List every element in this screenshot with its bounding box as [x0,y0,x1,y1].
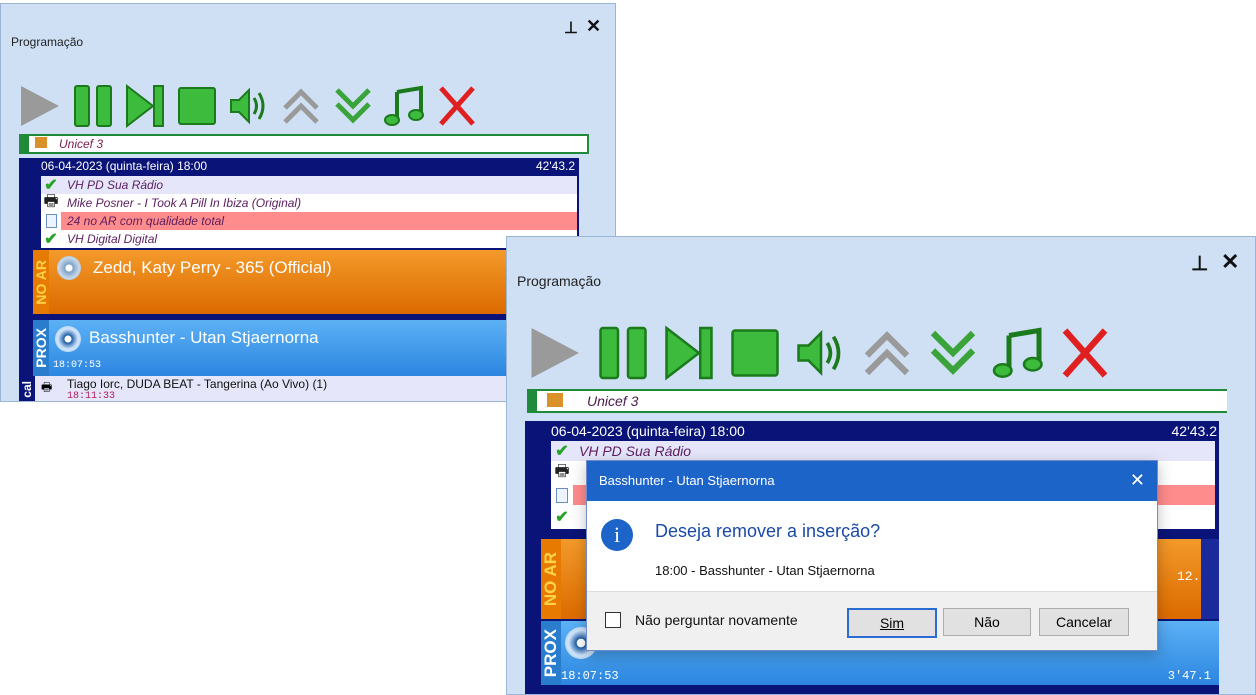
panel-title: Programação [517,273,602,289]
move-up-icon[interactable] [859,323,915,383]
toolbar [15,82,479,130]
block-duration: 42'43.2 [1171,423,1218,439]
block: 06-04-2023 (quinta-feira) 18:00 42'43.2 … [19,158,579,401]
document-icon [41,212,61,230]
next-time: 18:07:53 [53,360,102,371]
document-icon [551,485,573,505]
delete-icon[interactable] [435,82,479,130]
move-up-icon[interactable] [279,82,323,130]
list-item[interactable]: ✔ VH PD Sua Rádio [41,176,577,194]
dont-ask-checkbox[interactable] [605,612,621,628]
prev-item-label: Unicef 3 [587,393,639,409]
next-tag: PROX [541,621,561,685]
pause-icon[interactable] [595,323,651,383]
disc-icon [57,256,81,280]
next-title: Basshunter - Utan Stjaernorna [89,328,319,347]
stop-icon[interactable] [727,323,783,383]
dialog-footer: Não perguntar novamente Sim Não Cancelar [587,591,1157,650]
close-icon[interactable]: ✕ [586,16,601,37]
panel-title: Programação [11,35,84,49]
on-air-title: Zedd, Katy Perry - 365 (Official) [93,258,332,277]
local-tag: cal [19,376,35,401]
check-icon: ✔ [555,509,569,526]
play-icon[interactable] [15,82,63,130]
list-item[interactable]: 24 no AR com qualidade total [41,212,577,230]
on-air-tag: NO AR [541,539,561,619]
dialog-close-icon[interactable]: ✕ [1130,470,1145,491]
prev-item[interactable]: Unicef 3 [19,134,589,154]
music-icon[interactable] [991,323,1047,383]
row-label: VH PD Sua Rádio [579,443,692,459]
dialog-titlebar: Basshunter - Utan Stjaernorna ✕ [587,461,1157,501]
printer-icon: 🖶 [41,380,53,394]
rows: ✔ VH PD Sua Rádio 🖶 Mike Posner - I Took… [41,176,577,248]
list-item[interactable]: ✔ VH PD Sua Rádio [551,441,1215,461]
pin-icon[interactable]: ⊥ [1191,251,1208,276]
row-label: VH PD Sua Rádio [67,178,164,192]
dialog-title: Basshunter - Utan Stjaernorna [599,473,775,488]
box-icon [547,393,563,407]
block-duration: 42'43.2 [536,159,575,173]
move-down-icon[interactable] [331,82,375,130]
dont-ask-label[interactable]: Não perguntar novamente [635,612,798,628]
play-icon[interactable] [523,323,585,383]
move-down-icon[interactable] [925,323,981,383]
box-icon [35,137,47,148]
cancel-button[interactable]: Cancelar [1039,608,1129,636]
block-date: 06-04-2023 (quinta-feira) 18:00 [41,159,208,173]
prev-item[interactable]: Unicef 3 [527,389,1227,413]
following-item[interactable]: cal 🖶 Tiago Iorc, DUDA BEAT - Tangerina … [19,376,579,401]
music-icon[interactable] [383,82,427,130]
volume-icon[interactable] [793,323,849,383]
pin-icon[interactable]: ⊥ [564,18,578,38]
next-tag: PROX [33,320,49,376]
next-item[interactable]: PROX Basshunter - Utan Stjaernorna 18:07… [33,320,579,376]
on-air-progress [1201,539,1219,619]
row-label: 24 no AR com qualidade total [67,214,224,228]
no-button[interactable]: Não [943,608,1031,636]
next-icon[interactable] [661,323,717,383]
row-label: VH Digital Digital [67,232,158,246]
toolbar [523,323,1113,383]
volume-icon[interactable] [227,82,271,130]
prev-item-label: Unicef 3 [59,137,104,151]
next-duration: 3'47.1 [1167,669,1211,683]
cd-icon [55,326,81,352]
list-item[interactable]: ✔ VH Digital Digital [41,230,577,248]
following-title: Tiago Iorc, DUDA BEAT - Tangerina (Ao Vi… [67,377,328,391]
pause-icon[interactable] [71,82,115,130]
block-date: 06-04-2023 (quinta-feira) 18:00 [551,423,745,439]
next-time: 18:07:53 [561,669,619,683]
stop-icon[interactable] [175,82,219,130]
printer-icon: 🖶 [554,462,570,480]
delete-icon[interactable] [1057,323,1113,383]
check-icon: ✔ [555,443,569,460]
dialog-detail: 18:00 - Basshunter - Utan Stjaernorna [655,563,875,578]
playlist: Unicef 3 06-04-2023 (quinta-feira) 18:00… [1,134,589,401]
row-label: Mike Posner - I Took A Pill In Ibiza (Or… [67,196,302,210]
next-icon[interactable] [123,82,167,130]
confirm-dialog: Basshunter - Utan Stjaernorna ✕ i Deseja… [586,460,1158,651]
list-item[interactable]: 🖶 Mike Posner - I Took A Pill In Ibiza (… [41,193,577,212]
check-icon: ✔ [44,231,58,248]
following-time: 18:11:33 [67,391,116,401]
on-air-tag: NO AR [33,250,49,314]
close-icon[interactable]: ✕ [1221,249,1239,275]
yes-button[interactable]: Sim [847,608,937,638]
dialog-message: Deseja remover a inserção? [655,521,881,541]
on-air-item[interactable]: NO AR Zedd, Katy Perry - 365 (Official) [33,250,579,314]
info-icon: i [601,519,633,551]
